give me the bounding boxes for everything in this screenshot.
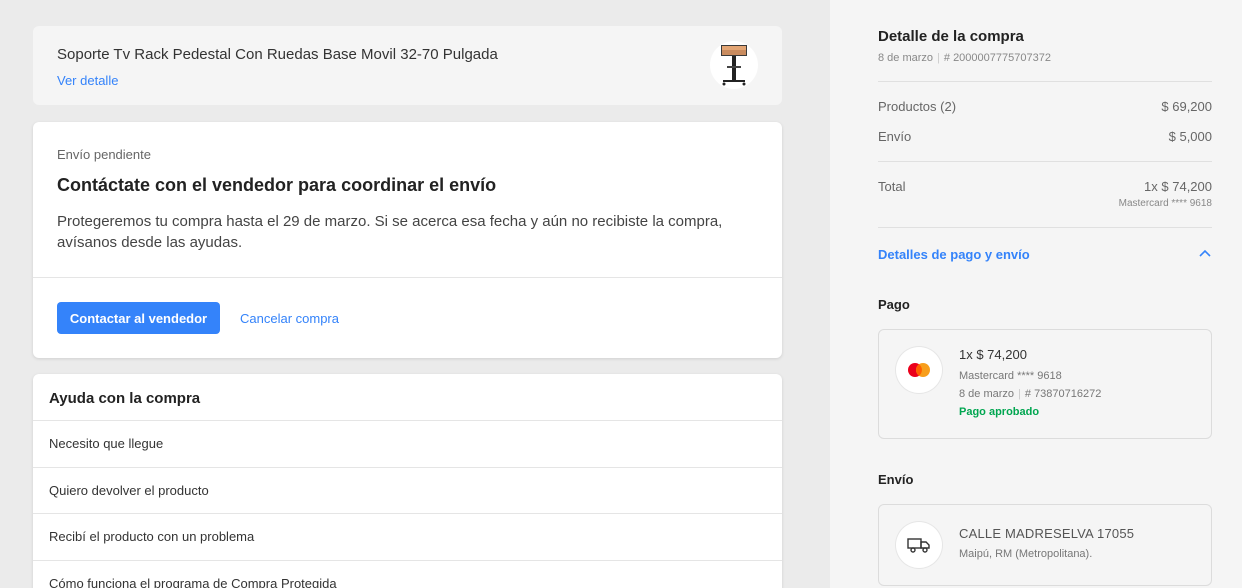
product-thumbnail[interactable] <box>710 41 758 89</box>
view-detail-link[interactable]: Ver detalle <box>57 73 118 88</box>
divider <box>33 277 782 278</box>
mastercard-icon <box>908 363 930 377</box>
products-value: $ 69,200 <box>1161 99 1212 114</box>
divider <box>878 81 1212 82</box>
order-number: # 2000007775707372 <box>943 52 1051 64</box>
shipping-cost-value: $ 5,000 <box>1168 129 1212 144</box>
delivery-box: CALLE MADRESELVA 17055 Maipú, RM (Metrop… <box>878 504 1212 586</box>
contact-seller-button[interactable]: Contactar al vendedor <box>57 302 220 334</box>
shipping-notice-card: Envío pendiente Contáctate con el vended… <box>33 122 782 358</box>
product-title: Soporte Tv Rack Pedestal Con Ruedas Base… <box>57 46 498 63</box>
main-content: Soporte Tv Rack Pedestal Con Ruedas Base… <box>0 0 830 588</box>
help-card: Ayuda con la compra Necesito que llegue … <box>33 374 782 588</box>
product-card: Soporte Tv Rack Pedestal Con Ruedas Base… <box>33 26 782 105</box>
help-item-needs-arrival[interactable]: Necesito que llegue <box>33 421 782 468</box>
tv-stand-image <box>721 45 747 86</box>
payment-section-label: Pago <box>878 297 910 312</box>
payment-method-badge <box>896 347 942 393</box>
help-item-protected-purchase[interactable]: Cómo funciona el programa de Compra Prot… <box>33 561 782 588</box>
total-value: 1x $ 74,200 <box>1144 179 1212 194</box>
help-item-product-problem[interactable]: Recibí el producto con un problema <box>33 514 782 561</box>
shipping-status: Envío pendiente <box>57 147 151 162</box>
delivery-section-label: Envío <box>878 472 914 487</box>
help-title: Ayuda con la compra <box>33 374 782 421</box>
truck-icon <box>907 538 930 553</box>
delivery-city: Maipú, RM (Metropolitana). <box>959 548 1093 560</box>
shipping-cost-label: Envío <box>878 129 912 144</box>
payment-date: 8 de marzo <box>959 388 1015 400</box>
payment-date-operation: 8 de marzo | # 73870716272 <box>959 388 1102 400</box>
divider <box>878 161 1212 162</box>
payment-shipping-details-toggle[interactable]: Detalles de pago y envío <box>878 247 1030 262</box>
order-date: 8 de marzo <box>878 52 934 64</box>
shipping-description: Protegeremos tu compra hasta el 29 de ma… <box>57 213 723 251</box>
cancel-purchase-link[interactable]: Cancelar compra <box>240 302 339 334</box>
shipping-title: Contáctate con el vendedor para coordina… <box>57 175 497 195</box>
delivery-method-badge <box>896 522 942 568</box>
help-item-return-product[interactable]: Quiero devolver el producto <box>33 468 782 514</box>
divider <box>878 227 1212 228</box>
payment-card: Mastercard **** 9618 <box>959 370 1062 382</box>
total-card: Mastercard **** 9618 <box>1118 198 1212 209</box>
payment-operation: # 73870716272 <box>1024 388 1102 400</box>
delivery-street: CALLE MADRESELVA 17055 <box>959 526 1135 541</box>
payment-status: Pago aprobado <box>959 406 1040 418</box>
purchase-summary-panel: Detalle de la compra 8 de marzo | # 200000… <box>830 0 1242 588</box>
summary-title: Detalle de la compra <box>878 28 1024 45</box>
chevron-up-icon[interactable] <box>1198 247 1212 261</box>
total-label: Total <box>878 179 906 194</box>
products-label: Productos (2) <box>878 99 957 114</box>
payment-amount: 1x $ 74,200 <box>959 347 1027 362</box>
payment-box: 1x $ 74,200 Mastercard **** 9618 8 de ma… <box>878 329 1212 439</box>
order-meta: 8 de marzo | # 2000007775707372 <box>878 52 1051 64</box>
